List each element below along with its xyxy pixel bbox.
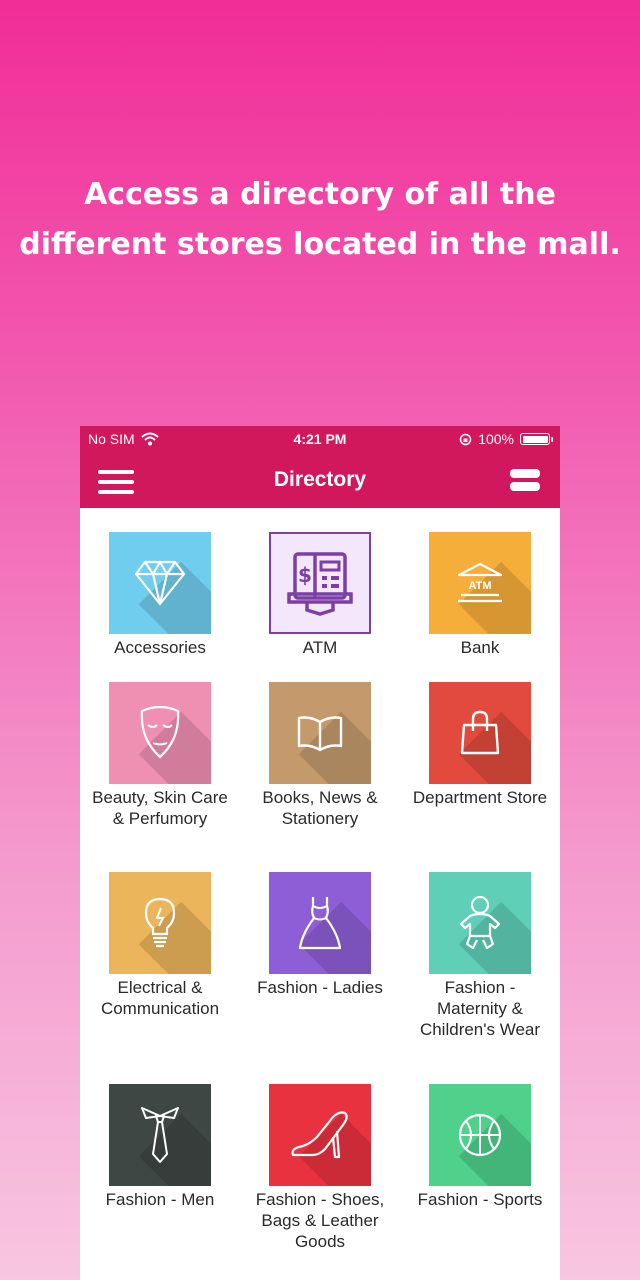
status-bar: No SIM 4:21 PM 100%: [80, 426, 560, 454]
category-beauty-tile: [109, 682, 211, 784]
category-fashion-ladies-tile: [269, 872, 371, 974]
book-icon: [297, 716, 343, 752]
bank-icon: ATM: [457, 562, 503, 603]
category-books-tile: [269, 682, 371, 784]
category-books[interactable]: Books, News & Stationery: [240, 658, 400, 829]
category-fashion-sports-tile: [429, 1084, 531, 1186]
phone-screen: No SIM 4:21 PM 100% Directory Accessorie…: [80, 426, 560, 1280]
category-fashion-ladies[interactable]: Fashion - Ladies: [240, 848, 400, 998]
baby-icon: [459, 895, 501, 950]
headline-line-2: different stores located in the mall.: [19, 227, 621, 262]
diamond-icon: [134, 560, 186, 606]
category-atm-tile: $: [269, 532, 371, 634]
page-title: Directory: [273, 468, 367, 491]
category-label: Books, News & Stationery: [262, 788, 378, 828]
basketball-icon: [458, 1113, 502, 1157]
category-label: Fashion - Sports: [417, 1190, 543, 1209]
battery-icon: [520, 433, 553, 445]
atm-machine-icon: $: [287, 552, 353, 616]
category-label: Beauty, Skin Care & Perfumory: [92, 788, 228, 828]
category-fashion-maternity[interactable]: Fashion - Maternity & Children's Wear: [400, 848, 560, 1040]
dress-icon: [298, 897, 342, 950]
lightbulb-icon: [144, 897, 176, 948]
category-label: Electrical & Communication: [100, 978, 220, 1018]
category-label: ATM: [302, 638, 338, 657]
category-electrical-tile: [109, 872, 211, 974]
rotation-lock-icon: [459, 433, 472, 445]
category-electrical[interactable]: Electrical & Communication: [80, 848, 240, 1019]
battery-percent: 100%: [478, 431, 514, 447]
category-label: Department Store: [412, 788, 548, 807]
category-label: Fashion - Maternity & Children's Wear: [419, 978, 541, 1039]
shopping-bag-icon: [460, 710, 500, 755]
category-department-store-tile: [429, 682, 531, 784]
category-label: Fashion - Shoes, Bags & Leather Goods: [255, 1190, 385, 1251]
category-atm[interactable]: $ ATM: [240, 508, 400, 658]
category-beauty[interactable]: Beauty, Skin Care & Perfumory: [80, 658, 240, 829]
promo-headline: Access a directory of all the different …: [0, 170, 640, 270]
category-fashion-men[interactable]: Fashion - Men: [80, 1060, 240, 1210]
nav-bar: Directory: [80, 454, 560, 508]
category-department-store[interactable]: Department Store: [400, 658, 560, 808]
category-bank-tile: ATM: [429, 532, 531, 634]
svg-text:$: $: [298, 563, 312, 587]
face-mask-icon: [140, 705, 180, 759]
category-accessories-tile: [109, 532, 211, 634]
tie-icon: [141, 1107, 179, 1163]
category-fashion-sports[interactable]: Fashion - Sports: [400, 1060, 560, 1210]
category-label: Accessories: [114, 638, 206, 657]
category-fashion-shoes[interactable]: Fashion - Shoes, Bags & Leather Goods: [240, 1060, 400, 1252]
category-fashion-men-tile: [109, 1084, 211, 1186]
category-bank[interactable]: ATM Bank: [400, 508, 560, 658]
category-label: Fashion - Men: [105, 1190, 215, 1209]
list-view-icon[interactable]: [510, 469, 540, 493]
svg-text:ATM: ATM: [468, 580, 491, 592]
category-fashion-maternity-tile: [429, 872, 531, 974]
headline-line-1: Access a directory of all the: [84, 177, 556, 212]
category-accessories[interactable]: Accessories: [80, 508, 240, 658]
high-heel-icon: [291, 1111, 348, 1159]
category-label: Fashion - Ladies: [257, 978, 383, 997]
category-label: Bank: [460, 638, 500, 657]
category-fashion-shoes-tile: [269, 1084, 371, 1186]
